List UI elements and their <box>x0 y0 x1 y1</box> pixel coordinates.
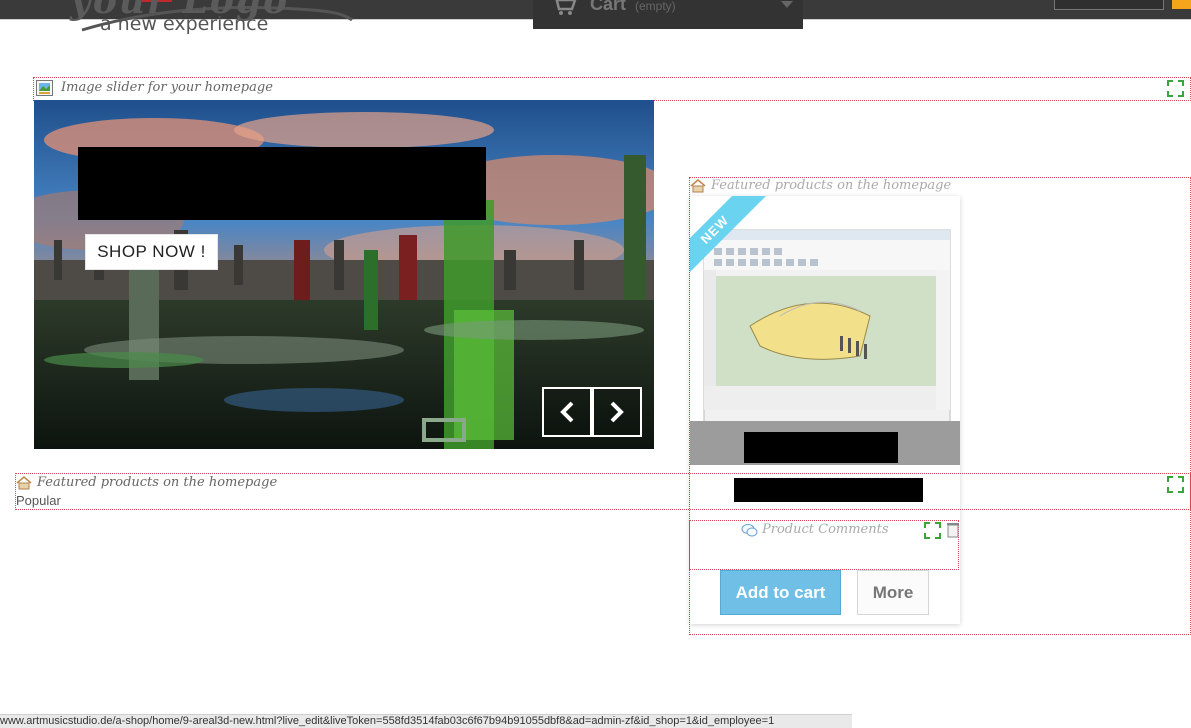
site-logo[interactable]: your Logo a new experience <box>62 0 362 40</box>
trash-icon[interactable] <box>947 522 959 538</box>
cart-icon <box>555 0 577 15</box>
search-input[interactable] <box>1054 0 1164 10</box>
shop-now-button[interactable]: SHOP NOW ! <box>85 234 218 270</box>
product-price-redacted <box>744 432 898 463</box>
slider-module-icon <box>36 80 53 96</box>
hook-title-slider: Image slider for your homepage <box>61 80 273 95</box>
home-icon <box>690 179 706 193</box>
slider-next-button[interactable] <box>592 387 642 437</box>
chevron-left-icon <box>560 401 574 423</box>
more-button[interactable]: More <box>857 570 929 615</box>
slider-prev-button[interactable] <box>542 387 592 437</box>
cart-label: Cart <box>590 0 627 14</box>
comment-icon <box>741 524 758 537</box>
cart-block[interactable]: Cart (empty) <box>533 0 803 29</box>
browser-status-url: www.artmusicstudio.de/a-shop/home/9-area… <box>0 714 852 728</box>
hook-title-featured-right: Featured products on the homepage <box>711 178 952 193</box>
slider-headline-redacted <box>78 147 486 220</box>
search-button[interactable] <box>1172 0 1191 9</box>
expand-icon[interactable] <box>924 522 941 539</box>
chevron-down-icon[interactable] <box>781 1 793 8</box>
cart-status: (empty) <box>635 0 676 13</box>
expand-icon[interactable] <box>1167 476 1184 493</box>
chevron-right-icon <box>610 401 624 423</box>
tab-popular[interactable]: Popular <box>16 493 61 508</box>
hook-title-comments: Product Comments <box>762 522 889 537</box>
product-image[interactable]: NEW <box>690 196 960 465</box>
hook-title-featured-bottom: Featured products on the homepage <box>37 475 278 490</box>
logo-tagline: a new experience <box>100 13 269 35</box>
add-to-cart-button[interactable]: Add to cart <box>720 570 841 615</box>
expand-icon[interactable] <box>1167 80 1184 97</box>
home-icon <box>16 476 32 490</box>
